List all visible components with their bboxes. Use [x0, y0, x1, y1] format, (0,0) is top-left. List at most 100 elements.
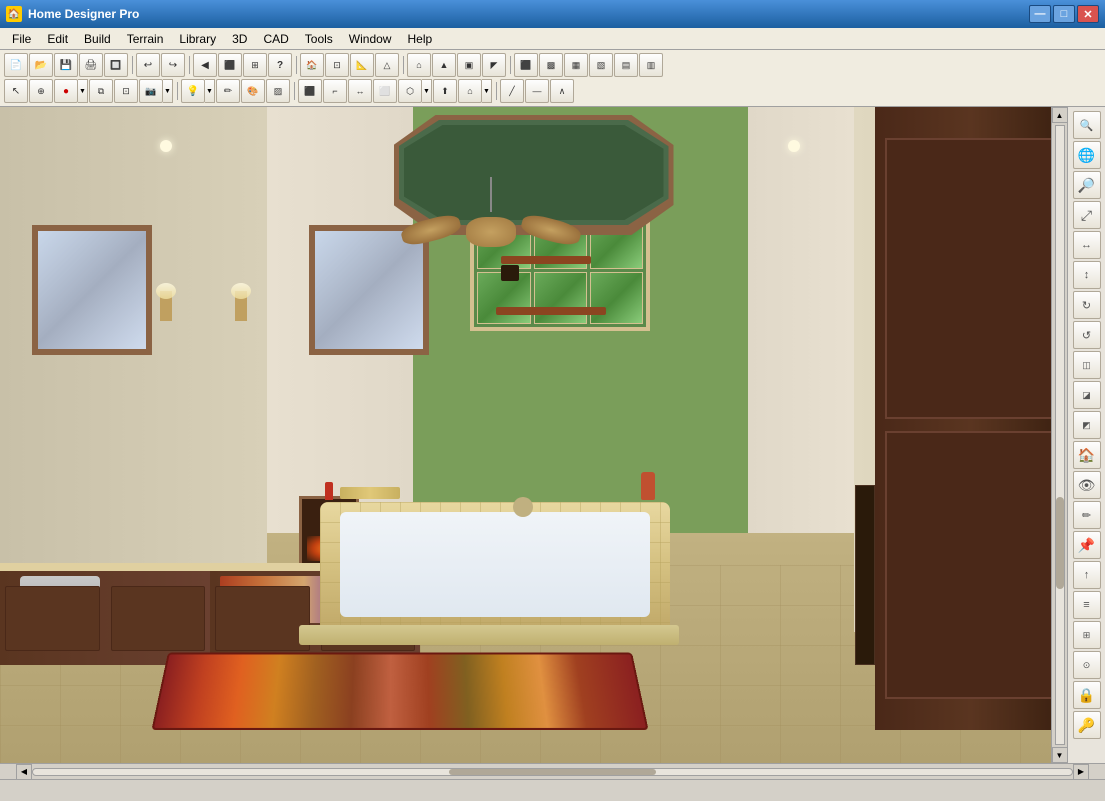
statusbar [0, 779, 1105, 801]
btn-hline[interactable]: — [525, 79, 549, 103]
btn-floorplan-1[interactable]: 🏠 [300, 53, 324, 77]
btn-render2[interactable]: ▩ [539, 53, 563, 77]
btn-open[interactable]: 📂 [29, 53, 53, 77]
btn-camera-place[interactable]: 📷 [139, 79, 163, 103]
rp-pencil[interactable]: ✏ [1073, 501, 1101, 529]
rp-rotate-cw[interactable]: ↻ [1073, 291, 1101, 319]
btn-light[interactable]: 💡 [181, 79, 205, 103]
vscroll-track[interactable] [1055, 125, 1065, 745]
menu-library[interactable]: Library [171, 30, 224, 48]
btn-redo[interactable]: ↪ [161, 53, 185, 77]
minimize-button[interactable]: — [1029, 5, 1051, 23]
rp-target[interactable]: ⊙ [1073, 651, 1101, 679]
vertical-scrollbar[interactable]: ▲ ▼ [1051, 107, 1067, 763]
sep-4 [400, 53, 406, 77]
rp-pan-v[interactable]: ↕ [1073, 261, 1101, 289]
dropdown-arrow-light[interactable]: ▼ [205, 79, 215, 103]
menu-3d[interactable]: 3D [224, 30, 255, 48]
maximize-button[interactable]: □ [1053, 5, 1075, 23]
btn-new[interactable]: 📄 [4, 53, 28, 77]
btn-corner-join[interactable]: ⌐ [323, 79, 347, 103]
rp-key[interactable]: 🔑 [1073, 711, 1101, 739]
rp-zoom-globe[interactable]: 🌐 [1073, 141, 1101, 169]
rp-lock[interactable]: 🔒 [1073, 681, 1101, 709]
btn-cam3[interactable]: ▣ [457, 53, 481, 77]
canvas-area[interactable]: ✦ [0, 107, 1067, 763]
btn-window3[interactable]: ⬡ [398, 79, 422, 103]
menu-cad[interactable]: CAD [255, 30, 296, 48]
rp-up-arrow[interactable]: ↑ [1073, 561, 1101, 589]
menu-tools[interactable]: Tools [297, 30, 341, 48]
btn-erase[interactable]: ▨ [266, 79, 290, 103]
btn-wall2[interactable]: ⬛ [298, 79, 322, 103]
vscroll-up-arrow[interactable]: ▲ [1052, 107, 1068, 123]
candle-1 [325, 482, 333, 500]
rp-zoom-out[interactable]: 🔎 [1073, 171, 1101, 199]
btn-door2[interactable]: ⬜ [373, 79, 397, 103]
rp-eye-view[interactable]: 👁 [1073, 471, 1101, 499]
btn-circle[interactable]: ● [54, 79, 78, 103]
rp-pin[interactable]: 📌 [1073, 531, 1101, 559]
menu-edit[interactable]: Edit [39, 30, 76, 48]
btn-copy[interactable]: ⧉ [89, 79, 113, 103]
rp-fit-window[interactable]: ⤢ [1073, 201, 1101, 229]
rp-view-1[interactable]: ◫ [1073, 351, 1101, 379]
btn-cam2[interactable]: ▲ [432, 53, 456, 77]
rp-house-view[interactable]: 🏠 [1073, 441, 1101, 469]
vscroll-thumb[interactable] [1056, 497, 1064, 590]
btn-help2[interactable]: ? [268, 53, 292, 77]
menu-terrain[interactable]: Terrain [119, 30, 172, 48]
btn-undo[interactable]: ↩ [136, 53, 160, 77]
btn-preview[interactable]: 🔲 [104, 53, 128, 77]
hscroll-track[interactable] [32, 768, 1073, 776]
rp-view-2[interactable]: ◪ [1073, 381, 1101, 409]
menu-window[interactable]: Window [341, 30, 400, 48]
btn-print[interactable]: 🖨 [79, 53, 103, 77]
menu-build[interactable]: Build [76, 30, 119, 48]
menu-help[interactable]: Help [399, 30, 440, 48]
btn-edit3d[interactable]: ⊕ [29, 79, 53, 103]
btn-draw[interactable]: ✏ [216, 79, 240, 103]
btn-roof2[interactable]: ⌂ [458, 79, 482, 103]
hscroll-right-arrow[interactable]: ▶ [1073, 764, 1089, 780]
btn-window-group: ⬡ ▼ [398, 79, 432, 103]
close-button[interactable]: ✕ [1077, 5, 1099, 23]
rp-view-3[interactable]: ◩ [1073, 411, 1101, 439]
rp-grid[interactable]: ⊞ [1073, 621, 1101, 649]
btn-render6[interactable]: ▥ [639, 53, 663, 77]
btn-render4[interactable]: ▧ [589, 53, 613, 77]
btn-vline[interactable]: ∧ [550, 79, 574, 103]
horizontal-scrollbar[interactable]: ◀ ▶ [0, 763, 1105, 779]
btn-back[interactable]: ◀ [193, 53, 217, 77]
btn-cam1[interactable]: ⌂ [407, 53, 431, 77]
btn-render5[interactable]: ▤ [614, 53, 638, 77]
btn-plan[interactable]: ⬛ [218, 53, 242, 77]
hscroll-thumb[interactable] [449, 769, 657, 775]
btn-save[interactable]: 💾 [54, 53, 78, 77]
btn-toggle[interactable]: ⊞ [243, 53, 267, 77]
btn-render3[interactable]: ▦ [564, 53, 588, 77]
btn-measure-h[interactable]: ↔ [348, 79, 372, 103]
dropdown-arrow-roof[interactable]: ▼ [482, 79, 492, 103]
dropdown-arrow-camera[interactable]: ▼ [163, 79, 173, 103]
btn-color-fill[interactable]: 🎨 [241, 79, 265, 103]
rp-rotate-ccw[interactable]: ↺ [1073, 321, 1101, 349]
menu-file[interactable]: File [4, 30, 39, 48]
btn-select[interactable]: ↖ [4, 79, 28, 103]
btn-elevation[interactable]: 📐 [350, 53, 374, 77]
btn-stair2[interactable]: ⬆ [433, 79, 457, 103]
btn-render1[interactable]: ⬛ [514, 53, 538, 77]
btn-slope[interactable]: ╱ [500, 79, 524, 103]
btn-cam4[interactable]: ◤ [482, 53, 506, 77]
btn-light-group: 💡 ▼ [181, 79, 215, 103]
rp-zoom-in[interactable]: 🔍 [1073, 111, 1101, 139]
btn-floorplan-2[interactable]: ⊡ [325, 53, 349, 77]
rp-lines[interactable]: ≡ [1073, 591, 1101, 619]
hscroll-left-arrow[interactable]: ◀ [16, 764, 32, 780]
vscroll-down-arrow[interactable]: ▼ [1052, 747, 1068, 763]
rp-pan-h[interactable]: ↔ [1073, 231, 1101, 259]
btn-group[interactable]: ⊡ [114, 79, 138, 103]
dropdown-arrow-circle[interactable]: ▼ [78, 79, 88, 103]
btn-view3d[interactable]: △ [375, 53, 399, 77]
dropdown-arrow-window[interactable]: ▼ [422, 79, 432, 103]
